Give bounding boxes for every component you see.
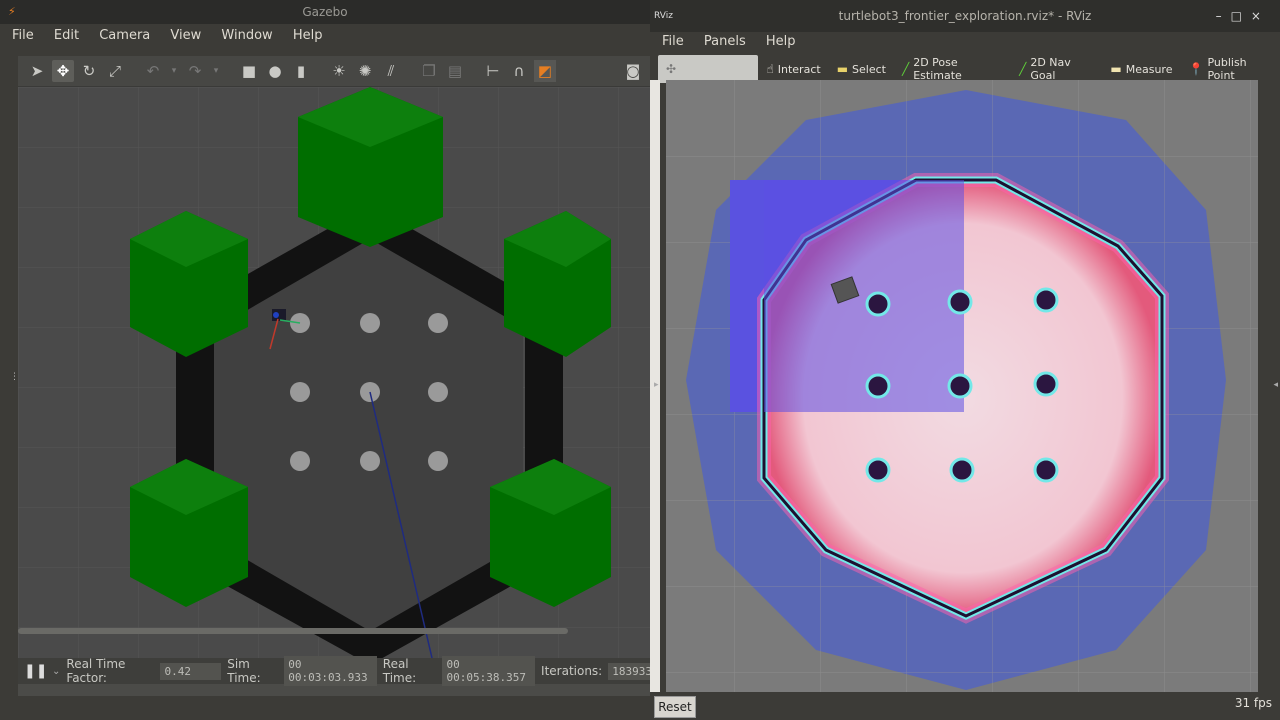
green-block-top: [298, 87, 443, 247]
select-icon: ▬: [836, 62, 849, 76]
iterations-label: Iterations:: [541, 664, 603, 678]
window-controls[interactable]: –□×: [1216, 0, 1270, 32]
redo-dropdown-icon[interactable]: ▾: [210, 60, 222, 82]
align-icon[interactable]: ⊢: [482, 60, 504, 82]
tool-interact-label: Interact: [777, 62, 821, 76]
fps-counter: 31 fps: [1234, 696, 1272, 710]
gazebo-toolbar: ➤ ✥ ↻ ⤢ ↶ ▾ ↷ ▾ ■ ● ▮ ☀ ✺ ⫽ ❐ ▤ ⊢ ∩ ◩ ◙: [18, 56, 650, 87]
gazebo-logo-icon: ⚡: [8, 5, 16, 18]
rviz-bottom-bar: Reset 31 fps: [650, 694, 1280, 720]
rviz-menu-bar: File Panels Help: [650, 32, 1280, 54]
scale-icon[interactable]: ⤢: [104, 60, 126, 82]
tool-select-label: Select: [852, 62, 886, 76]
undo-icon[interactable]: ↶: [142, 60, 164, 82]
rviz-window: RViz turtlebot3_frontier_exploration.rvi…: [650, 0, 1280, 720]
tool-nav-goal-label: 2D Nav Goal: [1030, 56, 1071, 82]
real-time-label: Real Time:: [382, 657, 417, 685]
paste-icon[interactable]: ▤: [444, 60, 466, 82]
publish-point-icon: 📍: [1188, 62, 1204, 76]
screenshot-icon[interactable]: ◙: [622, 60, 644, 82]
collapse-right-panel-icon[interactable]: ◂: [1273, 380, 1278, 390]
step-dropdown-icon[interactable]: ⌄: [52, 666, 60, 677]
pose-estimate-icon: ╱: [901, 62, 910, 76]
translate-icon[interactable]: ✥: [52, 60, 74, 82]
rviz-menu-help[interactable]: Help: [758, 32, 804, 49]
copy-icon[interactable]: ❐: [418, 60, 440, 82]
tool-interact-button[interactable]: ☝ Interact: [758, 55, 828, 83]
gazebo-menu-edit[interactable]: Edit: [46, 24, 87, 43]
real-time-factor-value: 0.42: [160, 662, 222, 680]
collapse-left-panel-icon[interactable]: ▸: [654, 380, 659, 390]
gazebo-menu-window[interactable]: Window: [213, 24, 280, 43]
rotate-icon[interactable]: ↻: [78, 60, 100, 82]
tool-pose-estimate-button[interactable]: ╱ 2D Pose Estimate: [894, 55, 1011, 83]
tool-measure-label: Measure: [1125, 62, 1173, 76]
gazebo-title: Gazebo: [302, 5, 348, 19]
redo-icon[interactable]: ↷: [184, 60, 206, 82]
rviz-menu-panels[interactable]: Panels: [696, 32, 754, 49]
costmap-canvas: [666, 80, 1258, 692]
gazebo-horizontal-scrollbar[interactable]: [18, 628, 568, 634]
sphere-shape-icon[interactable]: ●: [264, 60, 286, 82]
real-time-factor-label: Real Time Factor:: [66, 657, 126, 685]
move-camera-icon: ✣: [666, 62, 677, 76]
point-light-icon[interactable]: ☀: [328, 60, 350, 82]
reset-button[interactable]: Reset: [654, 696, 696, 718]
gazebo-3d-scene[interactable]: [18, 87, 650, 658]
rviz-3d-view[interactable]: [666, 80, 1258, 692]
sim-time-label: Sim Time:: [227, 657, 261, 685]
rviz-logo-icon: RViz: [654, 11, 673, 21]
green-block-upper-left: [130, 211, 248, 357]
interact-icon: ☝: [766, 62, 774, 76]
tool-pose-estimate-label: 2D Pose Estimate: [913, 56, 962, 82]
cylinder-shape-icon[interactable]: ▮: [290, 60, 312, 82]
rviz-menu-file[interactable]: File: [654, 32, 692, 49]
select-arrow-icon[interactable]: ➤: [26, 60, 48, 82]
tool-nav-goal-button[interactable]: ╱ 2D Nav Goal: [1011, 55, 1102, 83]
gazebo-menu-camera[interactable]: Camera: [91, 24, 158, 43]
gazebo-status-bar: ❚❚ ⌄ Real Time Factor: 0.42 Sim Time: 00…: [18, 656, 650, 686]
scene-canvas: [18, 87, 650, 658]
tool-publish-point-label: Publish Point: [1207, 56, 1247, 82]
view-angle-icon[interactable]: ◩: [534, 60, 556, 82]
gazebo-menu-file[interactable]: File: [4, 24, 42, 43]
gazebo-menu-bar: File Edit Camera View Window Help: [0, 24, 650, 48]
sim-time-value: 00 00:03:03.933: [284, 656, 377, 686]
measure-icon: ▬: [1110, 62, 1122, 76]
gazebo-title-bar: ⚡ Gazebo: [0, 0, 650, 24]
snap-icon[interactable]: ∩: [508, 60, 530, 82]
nav-goal-icon: ╱: [1019, 62, 1027, 76]
gazebo-menu-help[interactable]: Help: [285, 24, 331, 43]
spot-light-icon[interactable]: ✺: [354, 60, 376, 82]
gazebo-menu-view[interactable]: View: [162, 24, 209, 43]
rviz-title-bar: RViz turtlebot3_frontier_exploration.rvi…: [650, 0, 1280, 32]
real-time-value: 00 00:05:38.357: [442, 656, 536, 686]
green-block-lower-right: [490, 459, 611, 607]
tool-select-button[interactable]: ▬ Select: [829, 55, 894, 83]
iterations-value: 183933: [608, 662, 650, 680]
tool-measure-button[interactable]: ▬ Measure: [1102, 55, 1180, 83]
gazebo-render-frame: ➤ ✥ ↻ ⤢ ↶ ▾ ↷ ▾ ■ ● ▮ ☀ ✺ ⫽ ❐ ▤ ⊢ ∩ ◩ ◙: [18, 56, 650, 696]
directional-light-icon[interactable]: ⫽: [380, 60, 402, 82]
box-shape-icon[interactable]: ■: [238, 60, 260, 82]
undo-dropdown-icon[interactable]: ▾: [168, 60, 180, 82]
tool-publish-point-button[interactable]: 📍 Publish Point: [1180, 55, 1280, 83]
rviz-title: turtlebot3_frontier_exploration.rviz* - …: [838, 9, 1092, 23]
pause-icon[interactable]: ❚❚: [24, 663, 47, 679]
green-block-lower-left: [130, 459, 248, 607]
gazebo-window: ⚡ Gazebo File Edit Camera View Window He…: [0, 0, 650, 720]
move-camera-button[interactable]: ✣: [658, 55, 759, 83]
